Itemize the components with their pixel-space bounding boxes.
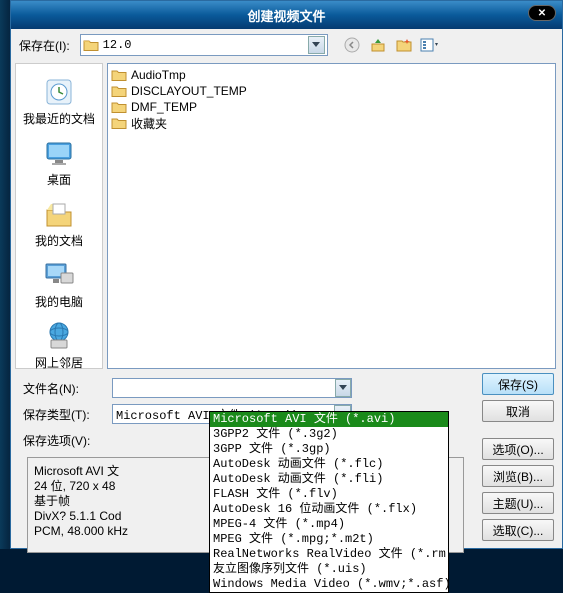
browse-button[interactable]: 浏览(B)... bbox=[482, 465, 554, 487]
folder-icon bbox=[111, 116, 127, 130]
list-item[interactable]: 收藏夹 bbox=[111, 115, 552, 131]
savetype-dropdown[interactable]: Microsoft AVI 文件 (*.avi) 3GPP2 文件 (*.3g2… bbox=[209, 411, 449, 593]
dropdown-item[interactable]: Microsoft AVI 文件 (*.avi) bbox=[210, 412, 448, 427]
list-item[interactable]: DISCLAYOUT_TEMP bbox=[111, 83, 552, 99]
sidebar-item-recent[interactable]: 我最近的文档 bbox=[16, 72, 102, 131]
filename-label: 文件名(N): bbox=[19, 380, 104, 397]
dropdown-item[interactable]: AutoDesk 动画文件 (*.flc) bbox=[210, 457, 448, 472]
view-menu-icon[interactable] bbox=[420, 35, 440, 55]
save-button[interactable]: 保存(S) bbox=[482, 373, 554, 395]
dropdown-item[interactable]: 友立图像序列文件 (*.uis) bbox=[210, 562, 448, 577]
sidebar-item-desktop[interactable]: 桌面 bbox=[16, 133, 102, 192]
folder-combo-text: 12.0 bbox=[103, 38, 308, 52]
close-button[interactable] bbox=[528, 5, 556, 21]
title-bar: 创建视频文件 bbox=[11, 1, 562, 29]
dropdown-item[interactable]: 3GPP2 文件 (*.3g2) bbox=[210, 427, 448, 442]
list-item[interactable]: AudioTmp bbox=[111, 67, 552, 83]
back-icon[interactable] bbox=[342, 35, 362, 55]
dialog-title: 创建视频文件 bbox=[247, 6, 325, 25]
folder-icon bbox=[83, 38, 99, 52]
sidebar-item-documents[interactable]: 我的文档 bbox=[16, 194, 102, 253]
saveopts-label: 保存选项(V): bbox=[19, 432, 104, 449]
dropdown-item[interactable]: Windows Media Video (*.wmv;*.asf) bbox=[210, 577, 448, 592]
sidebar-item-computer[interactable]: 我的电脑 bbox=[16, 255, 102, 314]
list-item[interactable]: DMF_TEMP bbox=[111, 99, 552, 115]
sidebar-item-network[interactable]: 网上邻居 bbox=[16, 316, 102, 375]
file-list[interactable]: AudioTmp DISCLAYOUT_TEMP DMF_TEMP 收藏夹 bbox=[107, 63, 556, 369]
options-button[interactable]: 选项(O)... bbox=[482, 438, 554, 460]
up-icon[interactable] bbox=[368, 35, 388, 55]
folder-icon bbox=[111, 84, 127, 98]
dropdown-item[interactable]: 3GPP 文件 (*.3gp) bbox=[210, 442, 448, 457]
dropdown-item[interactable]: MPEG-4 文件 (*.mp4) bbox=[210, 517, 448, 532]
new-folder-icon[interactable] bbox=[394, 35, 414, 55]
dropdown-item[interactable]: MPEG 文件 (*.mpg;*.m2t) bbox=[210, 532, 448, 547]
filename-combo[interactable] bbox=[112, 378, 352, 398]
dropdown-item[interactable]: RealNetworks RealVideo 文件 (*.rm) bbox=[210, 547, 448, 562]
folder-icon bbox=[111, 68, 127, 82]
dropdown-item[interactable]: FLASH 文件 (*.flv) bbox=[210, 487, 448, 502]
location-toolbar: 保存在(I): 12.0 bbox=[11, 29, 562, 61]
dropdown-item[interactable]: AutoDesk 16 位动画文件 (*.flx) bbox=[210, 502, 448, 517]
save-in-label: 保存在(I): bbox=[19, 37, 70, 54]
folder-icon bbox=[111, 100, 127, 114]
dropdown-arrow-icon[interactable] bbox=[308, 36, 325, 54]
dropdown-arrow-icon[interactable] bbox=[335, 379, 351, 397]
folder-combo[interactable]: 12.0 bbox=[80, 34, 328, 56]
theme-button[interactable]: 主题(U)... bbox=[482, 492, 554, 514]
cancel-button[interactable]: 取消 bbox=[482, 400, 554, 422]
select-button[interactable]: 选取(C)... bbox=[482, 519, 554, 541]
savetype-label: 保存类型(T): bbox=[19, 406, 104, 423]
filename-input[interactable] bbox=[113, 379, 335, 397]
dropdown-item[interactable]: AutoDesk 动画文件 (*.fli) bbox=[210, 472, 448, 487]
places-sidebar: 我最近的文档 桌面 我的文档 我的电脑 网上邻居 bbox=[15, 63, 103, 369]
